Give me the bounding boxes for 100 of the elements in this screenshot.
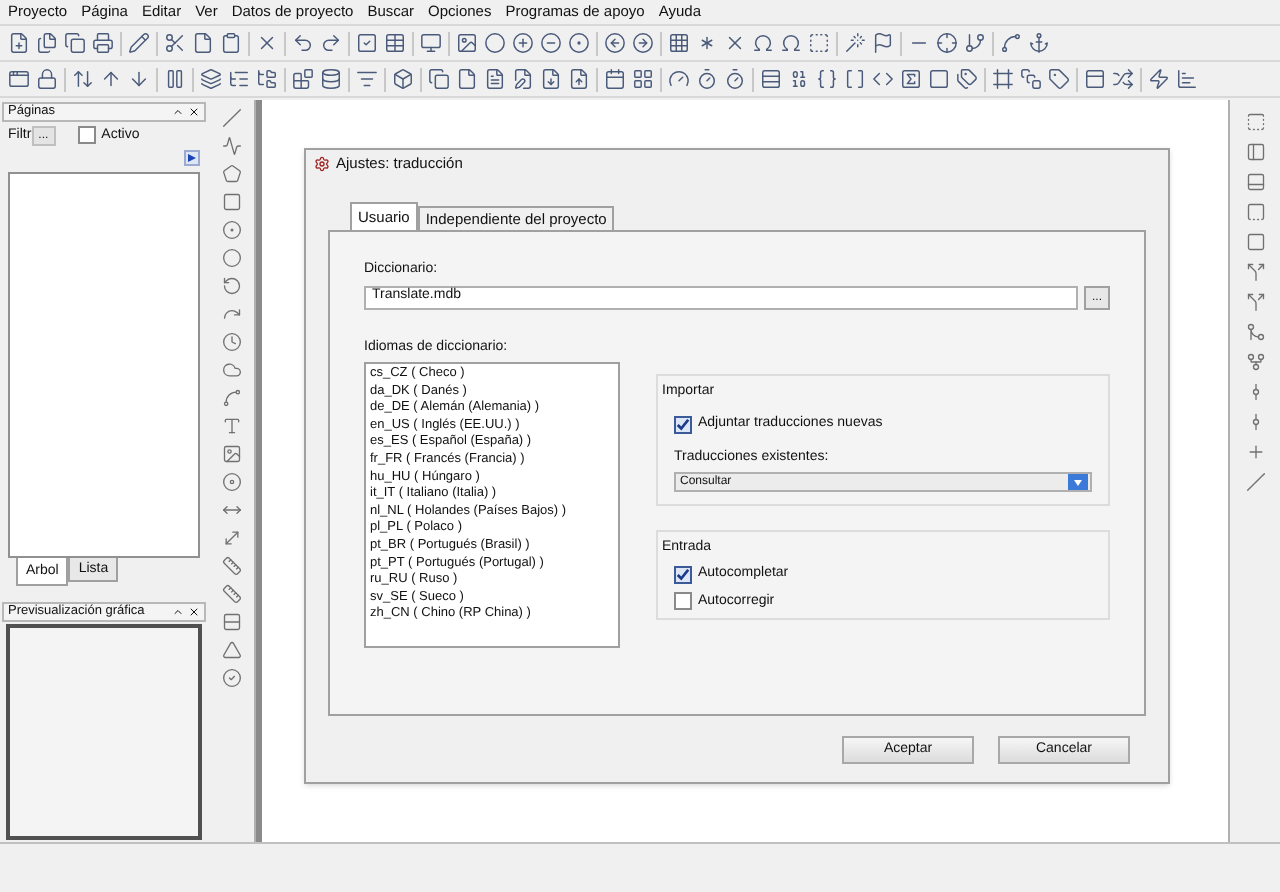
checkbox-icon[interactable]	[356, 32, 378, 54]
layers-icon[interactable]	[200, 68, 222, 90]
play-button[interactable]	[184, 149, 200, 166]
merge-icon[interactable]	[1245, 322, 1265, 342]
language-list[interactable]	[364, 362, 620, 648]
branch-icon[interactable]	[964, 32, 986, 54]
close-icon[interactable]	[188, 106, 200, 118]
pin-icon[interactable]	[172, 605, 184, 618]
image-icon[interactable]	[456, 32, 478, 54]
wand-icon[interactable]	[844, 32, 866, 54]
rows-icon[interactable]	[221, 612, 241, 632]
gauge-icon[interactable]	[668, 68, 690, 90]
filter-icon[interactable]	[356, 68, 378, 90]
image-icon[interactable]	[221, 444, 241, 464]
pin-icon[interactable]	[172, 106, 184, 118]
polygon-icon[interactable]	[221, 164, 241, 184]
shuffle-icon[interactable]	[1112, 68, 1134, 90]
arrow-up-icon[interactable]	[100, 68, 122, 90]
files-icon[interactable]	[36, 32, 58, 54]
calendar-icon[interactable]	[604, 68, 626, 90]
dropdown-button[interactable]	[1068, 474, 1088, 490]
printer-icon[interactable]	[92, 32, 114, 54]
anchor-icon[interactable]	[1028, 32, 1050, 54]
clipboard-icon[interactable]	[220, 32, 242, 54]
cloud-icon[interactable]	[221, 360, 241, 380]
spline-icon[interactable]	[221, 388, 241, 408]
circle-icon[interactable]	[221, 220, 241, 240]
document-icon[interactable]	[456, 68, 478, 90]
folder-tree-icon[interactable]	[256, 68, 278, 90]
zoom-in-icon[interactable]	[512, 32, 534, 54]
text-icon[interactable]	[221, 416, 241, 436]
arc-icon[interactable]	[221, 276, 241, 296]
fork-icon[interactable]	[1245, 292, 1265, 312]
checkbox[interactable]	[674, 565, 692, 584]
chart-icon[interactable]	[1176, 68, 1198, 90]
tag-icon[interactable]	[1048, 68, 1070, 90]
curve-icon[interactable]	[1000, 32, 1022, 54]
ruler-icon[interactable]	[221, 556, 241, 576]
cross-icon[interactable]	[1245, 442, 1265, 462]
window-icon[interactable]	[8, 68, 30, 90]
document-icon[interactable]	[512, 68, 534, 90]
square-icon[interactable]	[1245, 232, 1265, 252]
polyline-icon[interactable]	[221, 136, 241, 156]
monitor-icon[interactable]	[420, 32, 442, 54]
arrow-down-icon[interactable]	[128, 68, 150, 90]
cube-icon[interactable]	[392, 68, 414, 90]
line-icon[interactable]	[221, 108, 241, 128]
line-icon[interactable]	[1245, 472, 1265, 492]
document-icon[interactable]	[192, 32, 214, 54]
sigma-icon[interactable]	[900, 68, 922, 90]
sort-icon[interactable]	[72, 68, 94, 90]
omega-icon[interactable]	[780, 32, 802, 54]
arc-icon[interactable]	[221, 304, 241, 324]
dimension-icon[interactable]	[221, 500, 241, 520]
panel-icon[interactable]	[1245, 142, 1265, 162]
document-icon[interactable]	[568, 68, 590, 90]
timer-icon[interactable]	[724, 68, 746, 90]
table-icon[interactable]	[384, 32, 406, 54]
tree-icon[interactable]	[228, 68, 250, 90]
copy-icon[interactable]	[428, 68, 450, 90]
crosshair-icon[interactable]	[936, 32, 958, 54]
fork-icon[interactable]	[1245, 262, 1265, 282]
braces-icon[interactable]	[816, 68, 838, 90]
grid-icon[interactable]	[632, 68, 654, 90]
binary-icon[interactable]	[788, 68, 810, 90]
rectangle-icon[interactable]	[221, 192, 241, 212]
omega-icon[interactable]	[752, 32, 774, 54]
columns-icon[interactable]	[164, 68, 186, 90]
checkbox[interactable]	[77, 126, 96, 145]
checkbox[interactable]	[674, 592, 692, 611]
flag-icon[interactable]	[872, 32, 894, 54]
square-icon[interactable]	[928, 68, 950, 90]
back-icon[interactable]	[604, 32, 626, 54]
clock-icon[interactable]	[221, 332, 241, 352]
new-file-icon[interactable]	[8, 32, 30, 54]
grid-icon[interactable]	[668, 32, 690, 54]
scissors-icon[interactable]	[164, 32, 186, 54]
blocks-icon[interactable]	[292, 68, 314, 90]
circle-icon[interactable]	[484, 32, 506, 54]
code-icon[interactable]	[872, 68, 894, 90]
checkbox[interactable]	[674, 415, 692, 434]
square-icon[interactable]	[808, 32, 830, 54]
copy-icon[interactable]	[64, 32, 86, 54]
timer-icon[interactable]	[696, 68, 718, 90]
frame-icon[interactable]	[992, 68, 1014, 90]
page-tree[interactable]	[8, 172, 200, 559]
cross-icon[interactable]	[724, 32, 746, 54]
tags-icon[interactable]	[956, 68, 978, 90]
disc-icon[interactable]	[221, 472, 241, 492]
cross-icon[interactable]	[256, 32, 278, 54]
undo-icon[interactable]	[292, 32, 314, 54]
fork-icon[interactable]	[1245, 352, 1265, 372]
document-icon[interactable]	[540, 68, 562, 90]
database-icon[interactable]	[320, 68, 342, 90]
triangle-icon[interactable]	[221, 640, 241, 660]
brackets-icon[interactable]	[844, 68, 866, 90]
dimension-icon[interactable]	[221, 528, 241, 548]
lock-icon[interactable]	[36, 68, 58, 90]
asterisk-icon[interactable]	[696, 32, 718, 54]
redo-icon[interactable]	[320, 32, 342, 54]
